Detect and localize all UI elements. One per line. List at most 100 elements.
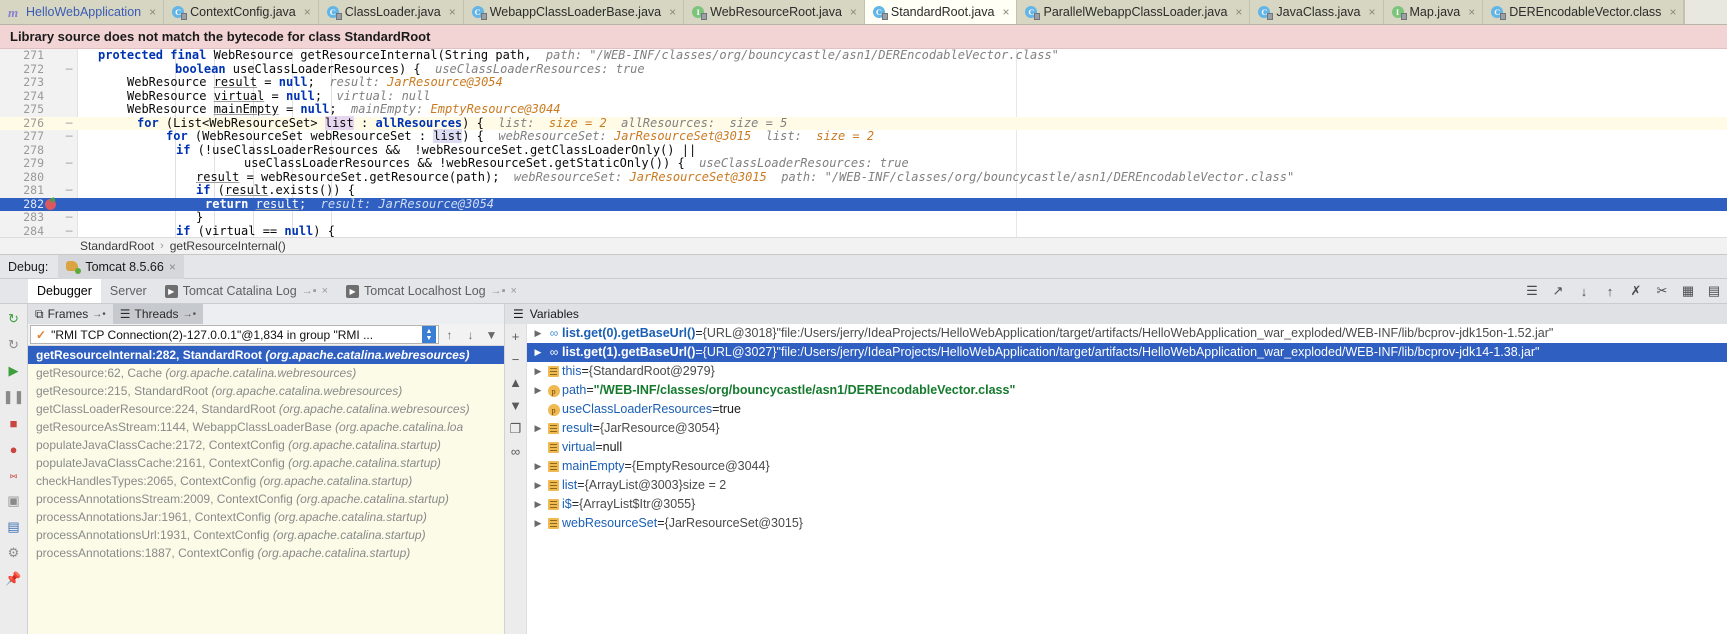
- mute-breakpoints-icon[interactable]: ✗: [1623, 279, 1649, 303]
- fold-marker[interactable]: ─: [64, 225, 74, 238]
- list-icon[interactable]: ▤: [1701, 279, 1727, 303]
- code-line[interactable]: 283 ─ }: [0, 210, 1727, 225]
- add-watch-icon[interactable]: +: [505, 325, 527, 348]
- variable-row[interactable]: ▶ webResourceSet = {JarResourceSet@3015}: [527, 514, 1727, 533]
- code-line-current-execution[interactable]: 282 return result; result: JarResource@3…: [0, 197, 1727, 211]
- pause-program-icon[interactable]: ❚❚: [0, 384, 28, 410]
- subtab-frames[interactable]: ⧉ Frames →•: [28, 304, 113, 324]
- stack-frame-row[interactable]: checkHandlesTypes:2065, ContextConfig (o…: [28, 472, 504, 490]
- editor-tab-javaclass-java[interactable]: JavaClass.java ×: [1250, 0, 1384, 24]
- variable-row[interactable]: ▶ p path = "/WEB-INF/classes/org/bouncycas…: [527, 381, 1727, 400]
- expand-chevron-icon[interactable]: ▶: [531, 343, 545, 362]
- close-icon[interactable]: ×: [169, 260, 176, 274]
- variable-row[interactable]: ▶ list = {ArrayList@3003} size = 2: [527, 476, 1727, 495]
- chart-icon[interactable]: ↗: [1545, 279, 1571, 303]
- variable-row[interactable]: ▶ mainEmpty = {EmptyResource@3044}: [527, 457, 1727, 476]
- close-icon[interactable]: ×: [1002, 5, 1009, 19]
- editor-tab-map-java[interactable]: Map.java ×: [1383, 0, 1484, 24]
- stack-frame-row[interactable]: populateJavaClassCache:2172, ContextConf…: [28, 436, 504, 454]
- expand-chevron-icon[interactable]: ▶: [531, 476, 545, 495]
- code-line[interactable]: 274 WebResource virtual = null; virtual:…: [0, 89, 1727, 104]
- expand-chevron-icon[interactable]: ▶: [531, 324, 545, 343]
- variable-row[interactable]: ▶ ∞ list.get(0).getBaseUrl() = {URL@3018} …: [527, 324, 1727, 343]
- debugger-tab-debugger[interactable]: Debugger: [28, 279, 101, 303]
- variables-list[interactable]: ▶ ∞ list.get(0).getBaseUrl() = {URL@3018} …: [527, 324, 1727, 634]
- move-down-icon[interactable]: ▼: [505, 394, 527, 417]
- pin-tab-icon[interactable]: →▪: [491, 285, 506, 297]
- upload-icon[interactable]: ↑: [1597, 279, 1623, 303]
- stack-frame-row[interactable]: populateJavaClassCache:2161, ContextConf…: [28, 454, 504, 472]
- up-arrow-icon[interactable]: ↑: [439, 328, 460, 342]
- settings-icon[interactable]: ✂: [1649, 279, 1675, 303]
- copy-icon[interactable]: ❐: [505, 417, 527, 440]
- code-line[interactable]: 279 ─ useClassLoaderResources && !webRes…: [0, 156, 1727, 171]
- evaluate-expression-icon[interactable]: ∞: [505, 440, 527, 463]
- editor-tab-parallelwebappclassloader-java[interactable]: ParallelWebappClassLoader.java ×: [1017, 0, 1251, 24]
- editor-tab-standardroot-java[interactable]: StandardRoot.java ×: [864, 0, 1018, 24]
- code-line[interactable]: 277 ─ for (WebResourceSet webResourceSet…: [0, 129, 1727, 144]
- close-icon[interactable]: ×: [1235, 5, 1242, 19]
- fold-marker[interactable]: ─: [64, 211, 74, 225]
- variable-row[interactable]: ▶ this = {StandardRoot@2979}: [527, 362, 1727, 381]
- close-icon[interactable]: ×: [1468, 5, 1475, 19]
- stack-frame-row[interactable]: getClassLoaderResource:224, StandardRoot…: [28, 400, 504, 418]
- camera-icon[interactable]: ▣: [0, 488, 28, 514]
- code-line[interactable]: 280 result = webResourceSet.getResource(…: [0, 170, 1727, 185]
- debugger-tab-tomcat-localhost-log[interactable]: ▶ Tomcat Localhost Log →▪ ×: [337, 279, 526, 303]
- thread-selector[interactable]: ✓ "RMI TCP Connection(2)-127.0.0.1"@1,83…: [30, 325, 439, 344]
- fold-marker[interactable]: ─: [64, 63, 74, 77]
- stop-icon[interactable]: ■: [0, 410, 28, 436]
- fold-marker[interactable]: ─: [64, 157, 74, 171]
- close-icon[interactable]: ×: [669, 5, 676, 19]
- close-icon[interactable]: ×: [149, 5, 156, 19]
- close-icon[interactable]: ×: [449, 5, 456, 19]
- code-line[interactable]: 275 WebResource mainEmpty = null; mainEm…: [0, 102, 1727, 117]
- stack-frame-row[interactable]: getResource:62, Cache (org.apache.catali…: [28, 364, 504, 382]
- editor-tab-classloader-java[interactable]: ClassLoader.java ×: [318, 0, 464, 24]
- restart-icon[interactable]: ↻: [0, 332, 28, 358]
- editor-tab-webresourceroot-java[interactable]: WebResourceRoot.java ×: [684, 0, 865, 24]
- fold-marker[interactable]: ─: [64, 130, 74, 144]
- subtab-threads[interactable]: ☰ Threads →•: [112, 304, 204, 324]
- pin-tab-icon[interactable]: →▪: [302, 285, 317, 297]
- close-icon[interactable]: ×: [1669, 5, 1676, 19]
- code-line[interactable]: 284 ─ if (virtual == null) {: [0, 224, 1727, 238]
- code-lines[interactable]: 271 protected final WebResource getResou…: [0, 49, 1727, 237]
- breakpoint-icon[interactable]: [44, 198, 58, 210]
- variable-row[interactable]: ▶ result = {JarResource@3054}: [527, 419, 1727, 438]
- down-arrow-icon[interactable]: ↓: [460, 328, 481, 342]
- close-icon[interactable]: ×: [1369, 5, 1376, 19]
- code-line[interactable]: 276 ─ for (List<WebResourceSet> list : a…: [0, 115, 1727, 131]
- mute-breakpoints-icon[interactable]: ●: [0, 436, 28, 462]
- editor-tab-contextconfig-java[interactable]: ContextConfig.java ×: [164, 0, 319, 24]
- variable-row[interactable]: ▶ i$ = {ArrayList$Itr@3055}: [527, 495, 1727, 514]
- layout-icon[interactable]: ☰: [1519, 279, 1545, 303]
- breadcrumb-class[interactable]: StandardRoot: [80, 239, 154, 253]
- gear-icon[interactable]: ⚙: [0, 540, 28, 566]
- close-icon[interactable]: ×: [304, 5, 311, 19]
- pin-icon[interactable]: 📌: [0, 566, 28, 592]
- breadcrumb[interactable]: StandardRoot › getResourceInternal(): [0, 237, 1727, 255]
- variable-row[interactable]: p useClassLoaderResources = true: [527, 400, 1727, 419]
- expand-chevron-icon[interactable]: ▶: [531, 514, 545, 533]
- expand-chevron-icon[interactable]: ▶: [531, 362, 545, 381]
- fold-marker[interactable]: ─: [64, 117, 74, 131]
- editor-tab-derencodablevector-class[interactable]: DEREncodableVector.class ×: [1483, 0, 1685, 24]
- code-line[interactable]: 278 if (!useClassLoaderResources && !web…: [0, 143, 1727, 158]
- code-line[interactable]: 271 protected final WebResource getResou…: [0, 49, 1727, 63]
- debugger-tab-server[interactable]: Server: [101, 279, 156, 303]
- debugger-tab-tomcat-catalina-log[interactable]: ▶ Tomcat Catalina Log →▪ ×: [156, 279, 337, 303]
- spinner-icon[interactable]: ▲ ▼: [422, 326, 436, 343]
- detach-icon[interactable]: →•: [92, 309, 106, 320]
- stack-frame-row[interactable]: processAnnotationsJar:1961, ContextConfi…: [28, 508, 504, 526]
- filter-icon[interactable]: ▼: [481, 328, 502, 342]
- stack-frame-row[interactable]: processAnnotations:1887, ContextConfig (…: [28, 544, 504, 562]
- view-breakpoints-icon[interactable]: ⑅: [0, 462, 28, 488]
- editor-tab-hellowebapplication[interactable]: HelloWebApplication ×: [0, 0, 165, 24]
- stack-frame-row[interactable]: processAnnotationsUrl:1931, ContextConfi…: [28, 526, 504, 544]
- variable-row[interactable]: virtual = null: [527, 438, 1727, 457]
- expand-chevron-icon[interactable]: ▶: [531, 419, 545, 438]
- remove-watch-icon[interactable]: −: [505, 348, 527, 371]
- close-icon[interactable]: ×: [511, 285, 517, 297]
- close-icon[interactable]: ×: [850, 5, 857, 19]
